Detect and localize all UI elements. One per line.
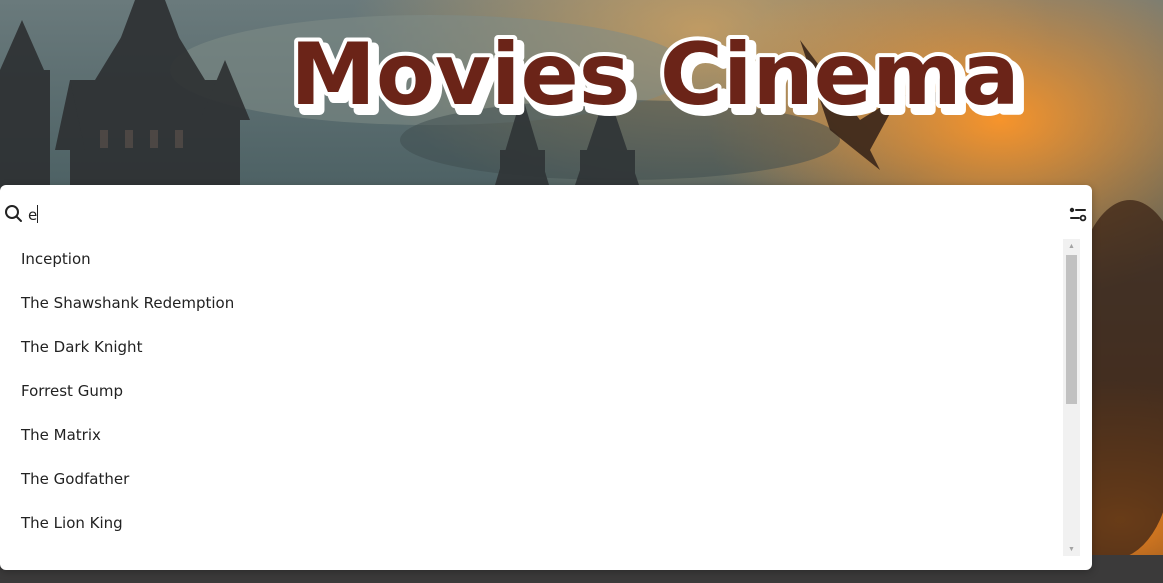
list-item[interactable]: The Matrix xyxy=(0,413,1062,457)
list-item[interactable]: The Godfather xyxy=(0,457,1062,501)
search-panel: Inception The Shawshank Redemption The D… xyxy=(0,185,1092,570)
results-list: Inception The Shawshank Redemption The D… xyxy=(0,237,1062,562)
list-item[interactable]: The Lion King xyxy=(0,501,1062,545)
search-bar xyxy=(0,185,1092,237)
scrollbar[interactable]: ▲ ▼ xyxy=(1063,239,1080,556)
search-input[interactable] xyxy=(28,203,1028,227)
app-title-text: Movies Cinema xyxy=(290,25,1019,125)
text-caret xyxy=(37,205,38,223)
filter-button[interactable] xyxy=(1068,205,1088,223)
list-item[interactable]: The Shawshank Redemption xyxy=(0,281,1062,325)
scroll-thumb[interactable] xyxy=(1066,255,1077,404)
scroll-down-arrow[interactable]: ▼ xyxy=(1063,542,1080,556)
list-item[interactable]: Forrest Gump xyxy=(0,369,1062,413)
page: Movies Cinema Movies Cinema Movies Cinem… xyxy=(0,0,1163,583)
list-item[interactable]: Inception xyxy=(0,237,1062,281)
scroll-up-arrow[interactable]: ▲ xyxy=(1063,239,1080,253)
filter-icon xyxy=(1069,207,1087,222)
list-item[interactable]: The Dark Knight xyxy=(0,325,1062,369)
search-icon xyxy=(5,205,22,222)
app-title: Movies Cinema Movies Cinema Movies Cinem… xyxy=(286,21,1030,136)
